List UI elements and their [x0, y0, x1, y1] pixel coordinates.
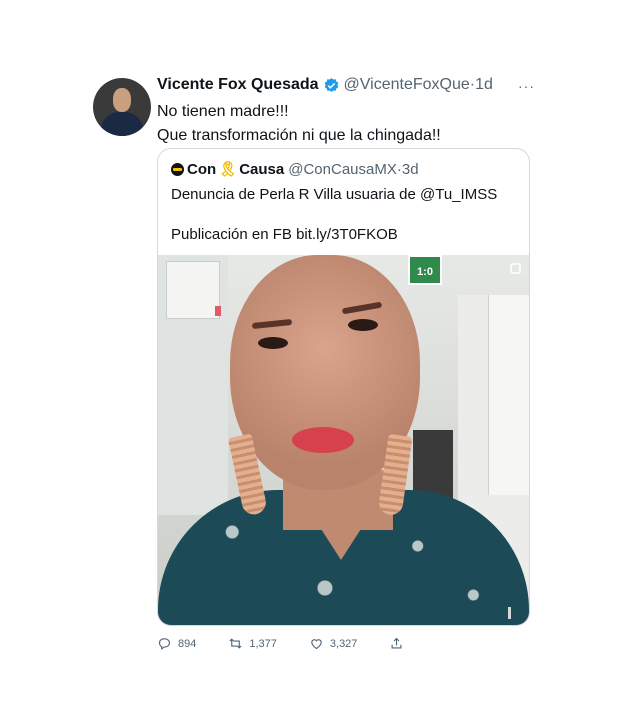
author-avatar[interactable] [93, 78, 151, 136]
retweet-icon [229, 638, 242, 649]
media-settings-icon[interactable] [510, 263, 521, 274]
reply-count: 894 [178, 637, 197, 650]
tweet-text: No tienen madre!!! Que transformación ni… [157, 100, 441, 148]
share-button[interactable] [389, 636, 410, 651]
ribbon-icon: 🎗 [218, 161, 238, 178]
person-brow [341, 301, 383, 315]
tweet-text-line: No tienen madre!!! [157, 103, 289, 120]
person-eye [348, 319, 378, 331]
volume-icon[interactable] [508, 607, 522, 619]
tweet-time[interactable]: 1d [475, 76, 493, 94]
background-poster [166, 261, 221, 319]
retweet-button[interactable]: 1,377 [228, 636, 277, 651]
tweet-text-line: Que transformación ni que la chingada!! [157, 127, 441, 144]
tweet-actions: 894 1,377 3,327 [157, 636, 410, 651]
quoted-tweet-time: 3d [401, 160, 419, 178]
person-mouth [292, 427, 354, 453]
like-icon [311, 639, 322, 650]
quoted-author-avatar [171, 162, 184, 176]
person-eye [258, 337, 288, 349]
quoted-author-handle: @ConCausaMX [288, 160, 397, 178]
share-icon [391, 637, 402, 649]
author-handle[interactable]: @VicenteFoxQue [344, 76, 470, 94]
background-shelf [488, 295, 529, 495]
like-count: 3,327 [329, 637, 358, 650]
quoted-author-name-part2: Causa [239, 160, 285, 178]
retweet-count: 1,377 [249, 637, 277, 650]
more-icon[interactable]: ··· [518, 78, 535, 94]
like-button[interactable]: 3,327 [309, 636, 358, 651]
reply-button[interactable]: 894 [157, 636, 196, 651]
avatar-suit [101, 112, 143, 136]
exit-sign: 1:0 [408, 255, 442, 285]
author-name[interactable]: Vicente Fox Quesada [157, 76, 319, 94]
quoted-tweet-header: Con 🎗 Causa @ConCausaMX · 3d [171, 160, 419, 178]
quoted-text-line: Publicación en FB bit.ly/3T0FKOB [171, 226, 398, 243]
video-thumbnail[interactable]: 1:0 [158, 255, 529, 625]
person-brow [251, 318, 293, 330]
quoted-tweet[interactable]: Con 🎗 Causa @ConCausaMX · 3d Denuncia de… [157, 148, 530, 626]
quoted-author-name-part1: Con [187, 160, 217, 178]
quoted-tweet-text: Denuncia de Perla R Villa usuaria de @Tu… [171, 185, 497, 245]
tweet-header: Vicente Fox Quesada @VicenteFoxQue · 1d [157, 76, 493, 94]
avatar-face [113, 88, 131, 112]
verified-badge-icon [324, 77, 338, 92]
reply-icon [158, 638, 171, 650]
quoted-text-line: Denuncia de Perla R Villa usuaria de @Tu… [171, 186, 498, 203]
